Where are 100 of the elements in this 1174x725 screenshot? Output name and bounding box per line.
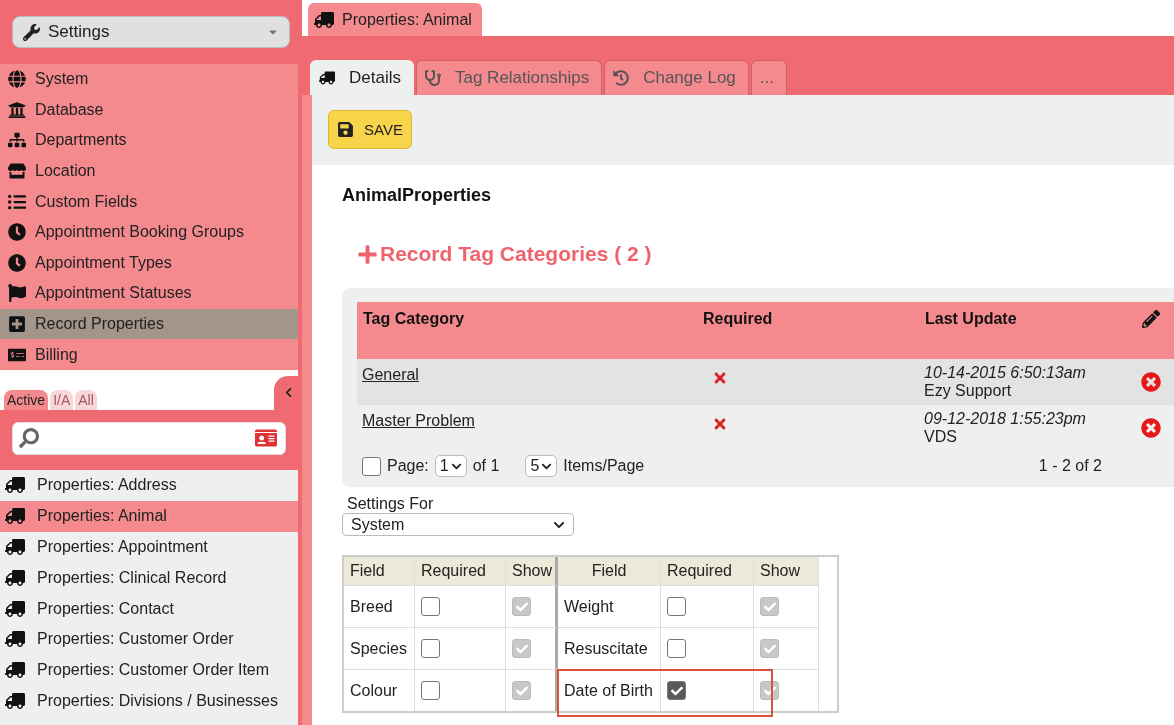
- menu-item[interactable]: System: [0, 64, 298, 95]
- per-page-label: Items/Page: [563, 457, 645, 475]
- field-name: Date of Birth: [558, 669, 661, 711]
- column-header: Tag Category: [363, 310, 466, 329]
- wrench-icon: [23, 23, 40, 41]
- save-icon: [337, 121, 354, 138]
- page-label: Page:: [387, 457, 429, 475]
- card-icon: [255, 427, 277, 450]
- filter-tab[interactable]: All: [75, 389, 97, 410]
- record-list-item[interactable]: Properties: Animal: [0, 500, 298, 532]
- menu-item[interactable]: Departments: [0, 125, 298, 156]
- globe-icon: [5, 70, 29, 89]
- menu-item[interactable]: Location: [0, 155, 298, 187]
- record-list-item[interactable]: Properties: Appointment: [0, 531, 298, 563]
- delete-icon[interactable]: [1141, 372, 1161, 392]
- required-checkbox[interactable]: [667, 681, 686, 700]
- record-count: 1 - 2 of 2: [1038, 457, 1102, 475]
- column-header: Show: [754, 557, 819, 585]
- per-page-select[interactable]: 5: [525, 455, 558, 477]
- search-field[interactable]: [12, 421, 286, 455]
- menu-item[interactable]: Appointment Statuses: [0, 278, 298, 309]
- truck-icon: [5, 536, 25, 557]
- date-text: 09-12-2018 1:55:23pm: [924, 410, 1087, 428]
- plus-icon[interactable]: [357, 243, 378, 265]
- sitemap-icon: [5, 131, 29, 150]
- required-checkbox[interactable]: [667, 639, 686, 658]
- settings-dropdown[interactable]: Settings: [12, 16, 290, 48]
- record-list-item[interactable]: Properties: Clinical Record: [0, 562, 298, 594]
- select-all-checkbox[interactable]: [362, 456, 381, 476]
- required-checkbox[interactable]: [421, 681, 440, 700]
- menu-item[interactable]: Database: [0, 94, 298, 126]
- field-name: Breed: [344, 585, 415, 627]
- record-list-item[interactable]: Properties: Address: [0, 469, 298, 501]
- truck-icon: [5, 690, 25, 711]
- history-icon: [613, 70, 630, 86]
- menu-item[interactable]: Record Properties: [0, 308, 298, 340]
- settings-for-select[interactable]: System: [342, 513, 574, 536]
- settings-for-label: Settings For: [346, 495, 435, 513]
- column-header: Field: [558, 557, 661, 585]
- show-checkbox[interactable]: [760, 597, 779, 616]
- save-button[interactable]: SAVE: [328, 110, 412, 149]
- record-list-item[interactable]: Properties: Contact: [0, 593, 298, 624]
- column-header: Last Update: [925, 310, 1018, 329]
- field-name: Resuscitate: [558, 627, 661, 669]
- show-checkbox[interactable]: [512, 597, 531, 616]
- field-name: Species: [344, 627, 415, 669]
- check-icon: [515, 684, 528, 697]
- truck-icon: [5, 506, 25, 527]
- truck-icon: [5, 660, 25, 681]
- column-header: Show: [506, 557, 558, 585]
- date-text: 10-14-2015 6:50:13am: [924, 364, 1087, 382]
- check-icon: [763, 600, 776, 613]
- page-heading: AnimalProperties: [342, 185, 493, 206]
- truck-icon: [314, 9, 334, 30]
- required-checkbox[interactable]: [421, 597, 440, 616]
- filter-tab[interactable]: Active: [4, 389, 49, 410]
- flag-icon: [5, 284, 29, 303]
- column-header: Required: [703, 310, 774, 329]
- tab[interactable]: Details: [310, 60, 414, 95]
- truck-icon: [5, 629, 25, 650]
- edit-icon[interactable]: [1142, 310, 1160, 328]
- filter-tab[interactable]: I/A: [50, 389, 74, 410]
- truck-icon: [5, 567, 25, 588]
- search-icon: [19, 428, 39, 449]
- category-link[interactable]: Master Problem: [362, 410, 702, 430]
- check-icon: [670, 684, 683, 697]
- record-list-item[interactable]: Properties: Customer Order: [0, 623, 298, 655]
- check-icon: [515, 600, 528, 613]
- list-icon: [5, 192, 29, 211]
- required-checkbox[interactable]: [667, 597, 686, 616]
- show-checkbox[interactable]: [512, 681, 531, 700]
- delete-icon[interactable]: [1141, 418, 1161, 438]
- user-text: VDS: [924, 428, 958, 446]
- column-header: Required: [415, 557, 506, 585]
- column-header: Required: [661, 557, 754, 585]
- column-header: Field: [344, 557, 415, 585]
- page-select[interactable]: 1: [434, 455, 467, 477]
- store-icon: [5, 162, 29, 181]
- category-link[interactable]: General: [362, 364, 702, 384]
- field-name: Colour: [344, 669, 415, 711]
- clock-icon: [5, 253, 29, 272]
- record-list-item[interactable]: Properties: Divisions / Businesses: [0, 685, 298, 717]
- show-checkbox[interactable]: [760, 639, 779, 658]
- stethoscope-icon: [424, 70, 441, 86]
- record-list-item[interactable]: Properties: Customer Order Item: [0, 654, 298, 686]
- user-text: Ezy Support: [924, 382, 1013, 400]
- menu-item[interactable]: Appointment Booking Groups: [0, 216, 298, 248]
- document-tab[interactable]: Properties: Animal: [308, 3, 482, 36]
- check-icon: [515, 642, 528, 655]
- show-checkbox[interactable]: [512, 639, 531, 658]
- truck-icon: [319, 70, 335, 86]
- truck-icon: [5, 598, 25, 619]
- field-name: Weight: [558, 585, 661, 627]
- menu-item[interactable]: Billing: [0, 339, 298, 370]
- check-icon: [763, 642, 776, 655]
- menu-item[interactable]: Custom Fields: [0, 186, 298, 217]
- menu-item[interactable]: Appointment Types: [0, 247, 298, 279]
- truck-icon: [5, 475, 25, 496]
- clock-icon: [5, 223, 29, 242]
- required-checkbox[interactable]: [421, 639, 440, 658]
